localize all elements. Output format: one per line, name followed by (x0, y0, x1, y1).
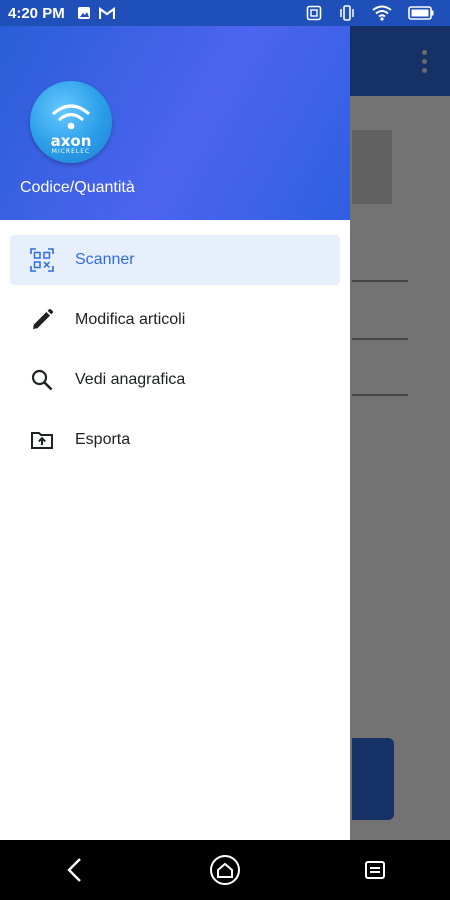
menu-item-label: Scanner (75, 251, 135, 268)
navigation-drawer: axon MICRELEC Codice/Quantità Scanner Mo… (0, 26, 350, 840)
pencil-icon (30, 308, 54, 332)
logo-text: axon MICRELEC (30, 132, 112, 156)
status-bar: 4:20 PM (0, 0, 450, 26)
back-icon[interactable] (55, 850, 95, 890)
logo-brand: axon (50, 132, 92, 150)
folder-upload-icon (30, 428, 54, 452)
menu-item-modifica-articoli[interactable]: Modifica articoli (10, 295, 340, 345)
drawer-header: axon MICRELEC Codice/Quantità (0, 26, 350, 220)
vibrate-icon (338, 5, 356, 21)
status-time: 4:20 PM (8, 4, 65, 22)
gmail-icon (98, 6, 115, 20)
battery-icon (408, 6, 434, 20)
logo-subtext: MICRELEC (51, 148, 91, 155)
recents-icon[interactable] (355, 850, 395, 890)
drawer-title: Codice/Quantità (20, 179, 135, 196)
qr-scan-icon (30, 248, 54, 272)
menu-item-label: Esporta (75, 431, 131, 448)
axon-logo: axon MICRELEC (30, 81, 112, 163)
menu-item-scanner[interactable]: Scanner (10, 235, 340, 285)
menu-item-label: Modifica articoli (75, 311, 186, 328)
search-icon (30, 368, 54, 392)
home-icon[interactable] (205, 850, 245, 890)
system-nav-bar (0, 840, 450, 900)
nfc-icon (306, 5, 322, 21)
image-icon (77, 6, 91, 20)
wifi-icon (372, 5, 392, 21)
menu-item-esporta[interactable]: Esporta (10, 415, 340, 465)
menu-item-vedi-anagrafica[interactable]: Vedi anagrafica (10, 355, 340, 405)
menu-item-label: Vedi anagrafica (75, 371, 186, 388)
